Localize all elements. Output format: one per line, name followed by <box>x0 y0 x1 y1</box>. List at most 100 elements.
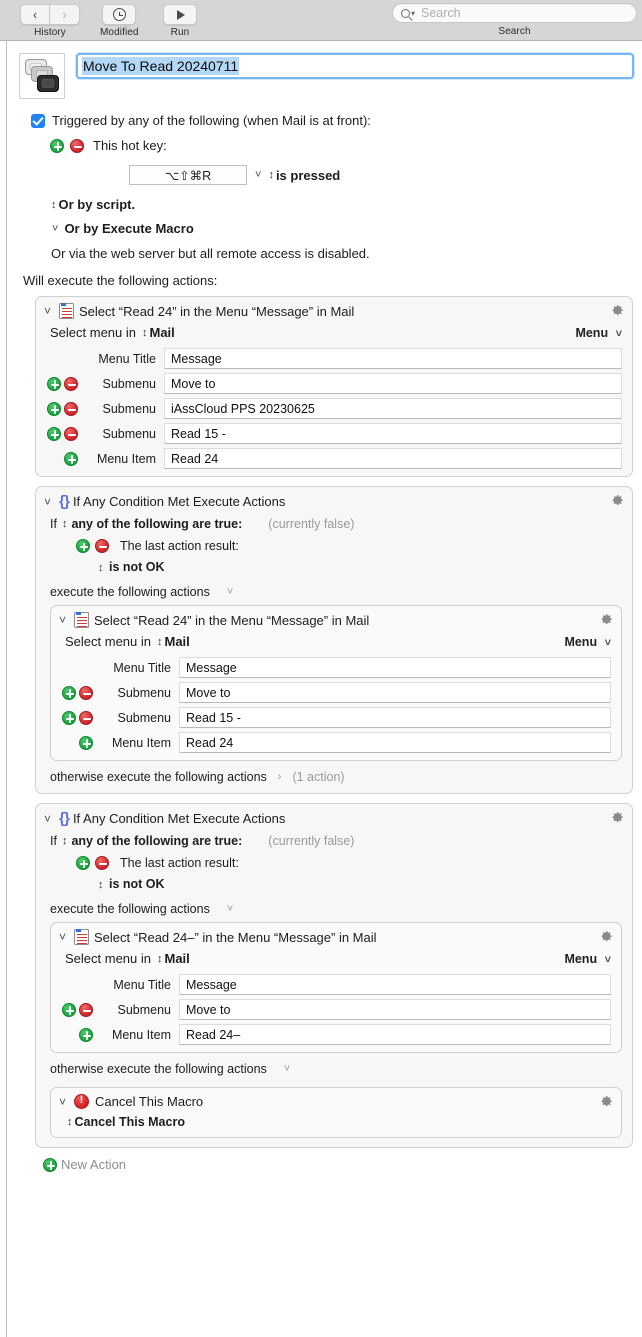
remove-trigger-button[interactable] <box>70 138 84 153</box>
execute-disclosure-chevron-icon[interactable]: ˅ <box>227 586 233 598</box>
or-by-execute-macro-chevron-down-icon[interactable]: ˅ <box>52 223 58 235</box>
remove-condition-button[interactable] <box>95 856 109 870</box>
field-input[interactable]: Move to <box>179 682 611 703</box>
cancel-macro-body-row[interactable]: ↕ Cancel This Macro <box>51 1114 621 1137</box>
add-submenu-button[interactable] <box>47 401 61 416</box>
execute-disclosure-chevron-icon[interactable]: ˅ <box>227 903 233 915</box>
field-input[interactable]: Message <box>179 974 611 995</box>
add-submenu-button[interactable] <box>47 376 61 391</box>
search-input[interactable]: ▾ Search <box>392 3 637 23</box>
add-menu-item-button[interactable] <box>79 1027 93 1042</box>
remove-submenu-button[interactable] <box>79 1002 93 1017</box>
history-forward-button[interactable]: › <box>50 4 80 25</box>
add-condition-button[interactable] <box>76 539 90 553</box>
new-action-button[interactable]: New Action <box>35 1148 633 1172</box>
hotkey-condition-stepper-icon[interactable]: ↕ <box>268 169 273 181</box>
action-header[interactable]: ˅ Select “Read 24” in the Menu “Message”… <box>51 606 621 633</box>
run-button[interactable] <box>163 4 197 25</box>
gear-icon[interactable] <box>608 809 625 826</box>
app-stepper-icon[interactable]: ↕ <box>157 636 162 648</box>
move-to-stack-icon[interactable] <box>19 53 65 99</box>
condition-value-row[interactable]: ↕ is not OK <box>36 553 632 574</box>
add-submenu-button[interactable] <box>62 685 76 700</box>
condition-label[interactable]: The last action result: <box>120 856 239 870</box>
hotkey-popup-chevron-down-icon[interactable]: ˅ <box>255 169 261 181</box>
disclosure-chevron-icon[interactable]: ˅ <box>44 812 53 826</box>
target-app-label[interactable]: Mail <box>165 634 190 649</box>
add-trigger-button[interactable] <box>50 138 64 153</box>
action-select-menu-2[interactable]: ˅ Select “Read 24” in the Menu “Message”… <box>50 605 622 761</box>
remove-submenu-button[interactable] <box>79 710 93 725</box>
disclosure-chevron-icon[interactable]: ˅ <box>44 304 53 318</box>
menu-popup-button[interactable]: Menu ˅ <box>564 635 611 649</box>
action-header[interactable]: ˅ { } If Any Condition Met Execute Actio… <box>36 487 632 515</box>
app-stepper-icon[interactable]: ↕ <box>142 327 147 339</box>
disclosure-chevron-icon[interactable]: ˅ <box>59 930 68 944</box>
remove-submenu-button[interactable] <box>64 426 78 441</box>
trigger-enabled-checkbox[interactable] <box>31 113 45 128</box>
disclosure-chevron-icon[interactable]: ˅ <box>59 1095 68 1109</box>
remove-condition-button[interactable] <box>95 539 109 553</box>
condition-value-row[interactable]: ↕ is not OK <box>36 870 632 891</box>
add-menu-item-button[interactable] <box>79 735 93 750</box>
if-mode-stepper-icon[interactable]: ↕ <box>62 835 67 847</box>
action-if-any-condition-1[interactable]: ˅ { } If Any Condition Met Execute Actio… <box>35 486 633 794</box>
add-menu-item-button[interactable] <box>64 451 78 466</box>
action-select-menu-1[interactable]: ˅ Select “Read 24” in the Menu “Message”… <box>35 296 633 477</box>
if-mode-label[interactable]: any of the following are true: <box>71 834 242 848</box>
history-back-button[interactable]: ‹ <box>20 4 50 25</box>
add-submenu-button[interactable] <box>62 1002 76 1017</box>
history-segmented-control[interactable]: ‹ › <box>20 4 80 25</box>
or-by-execute-macro-row[interactable]: ˅ Or by Execute Macro <box>31 221 634 236</box>
condition-value-stepper-icon[interactable]: ↕ <box>98 562 103 574</box>
condition-value-stepper-icon[interactable]: ↕ <box>98 879 103 891</box>
field-input[interactable]: Message <box>164 348 622 369</box>
if-mode-label[interactable]: any of the following are true: <box>71 517 242 531</box>
field-input[interactable]: Read 24 <box>164 448 622 469</box>
remove-submenu-button[interactable] <box>64 401 78 416</box>
target-app-label[interactable]: Mail <box>165 951 190 966</box>
gear-icon[interactable] <box>597 1093 614 1110</box>
hotkey-field[interactable]: ⌥⇧⌘R <box>129 165 247 185</box>
remove-submenu-button[interactable] <box>64 376 78 391</box>
cancel-type-stepper-icon[interactable]: ↕ <box>67 1116 72 1128</box>
add-condition-button[interactable] <box>76 856 90 870</box>
otherwise-disclosure-chevron-right-icon[interactable]: › <box>278 771 282 783</box>
modified-button[interactable] <box>102 4 137 25</box>
otherwise-disclosure-chevron-icon[interactable]: ˅ <box>284 1063 290 1075</box>
menu-popup-button[interactable]: Menu ˅ <box>564 952 611 966</box>
field-input[interactable]: Read 24– <box>179 1024 611 1045</box>
hotkey-condition-label[interactable]: is pressed <box>276 168 340 183</box>
action-header[interactable]: ˅ { } If Any Condition Met Execute Actio… <box>36 804 632 832</box>
disclosure-chevron-icon[interactable]: ˅ <box>59 613 68 627</box>
gear-icon[interactable] <box>597 611 614 628</box>
action-header[interactable]: ˅ Cancel This Macro <box>51 1088 621 1114</box>
field-input[interactable]: Read 15 - <box>179 707 611 728</box>
menu-popup-button[interactable]: Menu ˅ <box>575 326 622 340</box>
field-input[interactable]: Read 15 - <box>164 423 622 444</box>
app-stepper-icon[interactable]: ↕ <box>157 953 162 965</box>
field-input[interactable]: Message <box>179 657 611 678</box>
condition-label[interactable]: The last action result: <box>120 539 239 553</box>
remove-submenu-button[interactable] <box>79 685 93 700</box>
disclosure-chevron-icon[interactable]: ˅ <box>44 495 53 509</box>
field-input[interactable]: Move to <box>164 373 622 394</box>
field-input[interactable]: Move to <box>179 999 611 1020</box>
gear-icon[interactable] <box>608 492 625 509</box>
field-input[interactable]: iAssCloud PPS 20230625 <box>164 398 622 419</box>
or-by-script-row[interactable]: ↕ Or by script. <box>31 197 634 212</box>
action-cancel-this-macro[interactable]: ˅ Cancel This Macro ↕ Cancel This Macro <box>50 1087 622 1138</box>
if-mode-stepper-icon[interactable]: ↕ <box>62 518 67 530</box>
macro-title-input[interactable]: Move To Read 20240711 <box>76 53 634 79</box>
action-header[interactable]: ˅ Select “Read 24–” in the Menu “Message… <box>51 923 621 950</box>
or-by-script-stepper-icon[interactable]: ↕ <box>51 199 56 211</box>
field-input[interactable]: Read 24 <box>179 732 611 753</box>
action-header[interactable]: ˅ Select “Read 24” in the Menu “Message”… <box>36 297 632 324</box>
gear-icon[interactable] <box>608 302 625 319</box>
target-app-label[interactable]: Mail <box>150 325 175 340</box>
add-submenu-button[interactable] <box>47 426 61 441</box>
gear-icon[interactable] <box>597 928 614 945</box>
action-if-any-condition-2[interactable]: ˅ { } If Any Condition Met Execute Actio… <box>35 803 633 1148</box>
add-submenu-button[interactable] <box>62 710 76 725</box>
action-select-menu-3[interactable]: ˅ Select “Read 24–” in the Menu “Message… <box>50 922 622 1053</box>
